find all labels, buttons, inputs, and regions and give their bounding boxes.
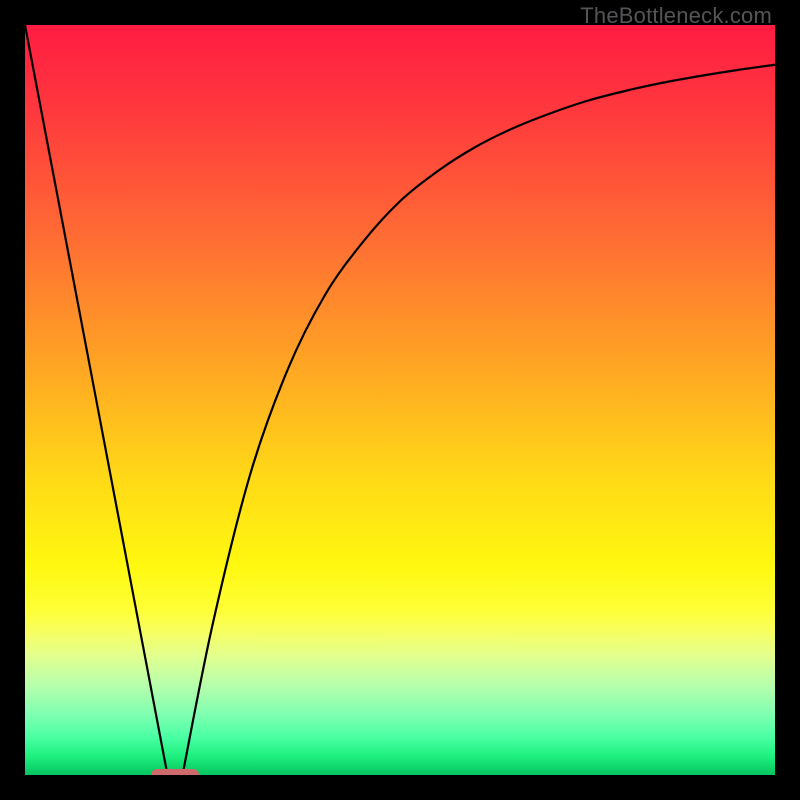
- optimal-marker: [151, 769, 200, 775]
- chart-stage: TheBottleneck.com: [0, 0, 800, 800]
- curve-left-branch: [25, 25, 168, 775]
- plot-area: [25, 25, 775, 775]
- curve-svg: [25, 25, 775, 775]
- curve-right-branch: [183, 65, 776, 775]
